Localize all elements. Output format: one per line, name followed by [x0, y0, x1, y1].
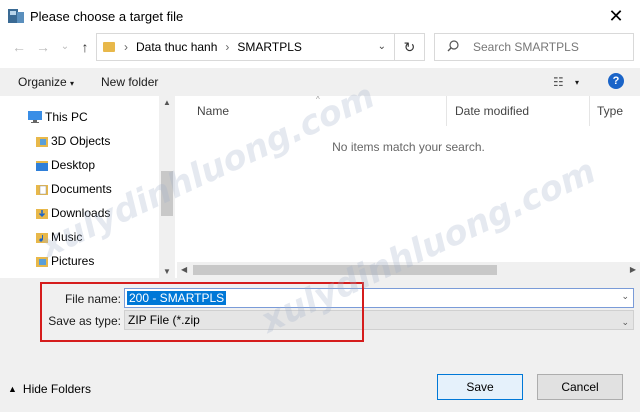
sidebar-item-label: Desktop: [51, 158, 96, 172]
save-as-type-dropdown-icon: ⌄: [621, 317, 629, 327]
sidebar-item-label: Documents: [51, 182, 112, 196]
back-arrow-icon[interactable]: ←: [10, 38, 28, 56]
column-divider[interactable]: [589, 96, 590, 126]
file-name-dropdown-icon[interactable]: ⌄: [621, 291, 629, 302]
sort-indicator-icon: ^: [316, 95, 320, 104]
refresh-icon[interactable]: ↻: [395, 33, 425, 61]
folder-pictures-icon: [36, 257, 48, 267]
highlight-annotation-box: [40, 282, 364, 342]
sidebar-item-downloads[interactable]: Downloads: [36, 206, 110, 220]
sidebar-item-label: Music: [51, 230, 83, 244]
sidebar-item-3d-objects[interactable]: 3D Objects: [36, 134, 110, 148]
sidebar-item-pictures[interactable]: Pictures: [36, 254, 94, 268]
cancel-button[interactable]: Cancel: [537, 374, 623, 400]
new-folder-button[interactable]: New folder: [101, 75, 158, 89]
scrollbar-thumb[interactable]: [193, 265, 497, 275]
folder-icon: [103, 42, 115, 52]
organize-button[interactable]: Organize ▾: [18, 75, 74, 89]
address-dropdown-chevron-icon[interactable]: ⌄: [378, 41, 386, 52]
sidebar-item-label: This PC: [45, 110, 88, 124]
title-bar: Please choose a target file ✕: [0, 0, 640, 32]
folder-desktop-icon: [36, 161, 48, 171]
folder-music-icon: [36, 233, 48, 243]
sidebar-item-label: 3D Objects: [51, 134, 111, 148]
navigation-pane-scrollbar[interactable]: ▲ ▼: [159, 96, 175, 278]
up-arrow-icon[interactable]: ↑: [76, 38, 94, 56]
navigation-pane: This PC 3D Objects Desktop Documents Dow…: [0, 96, 176, 278]
recent-locations-chevron-icon[interactable]: ⌄: [56, 38, 74, 56]
organize-label: Organize: [18, 75, 67, 89]
scroll-right-icon[interactable]: ▶: [630, 265, 636, 274]
close-icon[interactable]: ✕: [606, 6, 626, 26]
folder-downloads-icon: [36, 209, 48, 219]
folder-documents-icon: [36, 185, 48, 195]
scrollbar-thumb[interactable]: [161, 171, 173, 216]
file-list-horizontal-scrollbar[interactable]: ◀ ▶: [177, 262, 640, 278]
chevron-up-icon: ▲: [8, 384, 17, 394]
column-header-date-modified[interactable]: Date modified: [455, 104, 529, 118]
search-placeholder: Search SMARTPLS: [473, 40, 579, 54]
folder-3d-icon: [36, 137, 48, 147]
empty-message: No items match your search.: [332, 140, 485, 154]
sidebar-item-label: Pictures: [51, 254, 95, 268]
breadcrumb-separator: ›: [124, 40, 128, 54]
address-bar[interactable]: › Data thuc hanh › SMARTPLS ⌄: [96, 33, 395, 61]
column-header-type[interactable]: Type: [597, 104, 623, 118]
sidebar-item-desktop[interactable]: Desktop: [36, 158, 95, 172]
organize-dropdown-icon: ▾: [70, 79, 75, 88]
forward-arrow-icon[interactable]: →: [34, 38, 52, 56]
pc-icon: [28, 111, 42, 123]
view-options-icon[interactable]: ☷: [553, 75, 564, 89]
search-icon: [447, 39, 459, 55]
breadcrumb-separator: ›: [225, 40, 230, 54]
hide-folders-button[interactable]: ▲ Hide Folders: [8, 382, 91, 396]
sidebar-item-documents[interactable]: Documents: [36, 182, 112, 196]
sidebar-item-music[interactable]: Music: [36, 230, 82, 244]
window-title: Please choose a target file: [30, 8, 184, 24]
column-header-name[interactable]: Name: [197, 104, 229, 118]
breadcrumb-item-data-thuc-hanh[interactable]: Data thuc hanh: [136, 40, 217, 54]
help-icon[interactable]: ?: [608, 73, 624, 89]
breadcrumb-item-smartpls[interactable]: SMARTPLS: [237, 40, 301, 54]
search-input[interactable]: Search SMARTPLS: [434, 33, 634, 61]
sidebar-item-this-pc[interactable]: This PC: [28, 110, 88, 124]
column-divider[interactable]: [446, 96, 447, 126]
app-icon: [8, 9, 24, 23]
file-list-pane: ^ Name Date modified Type No items match…: [177, 95, 640, 278]
scroll-down-icon[interactable]: ▼: [163, 267, 171, 276]
scroll-left-icon[interactable]: ◀: [181, 265, 187, 274]
scroll-up-icon[interactable]: ▲: [163, 98, 171, 107]
command-toolbar: Organize ▾ New folder ☷ ▾: [0, 68, 640, 96]
view-dropdown-icon[interactable]: ▾: [575, 78, 579, 87]
save-button[interactable]: Save: [437, 374, 523, 400]
sidebar-item-label: Downloads: [51, 206, 111, 220]
hide-folders-label: Hide Folders: [22, 382, 91, 396]
